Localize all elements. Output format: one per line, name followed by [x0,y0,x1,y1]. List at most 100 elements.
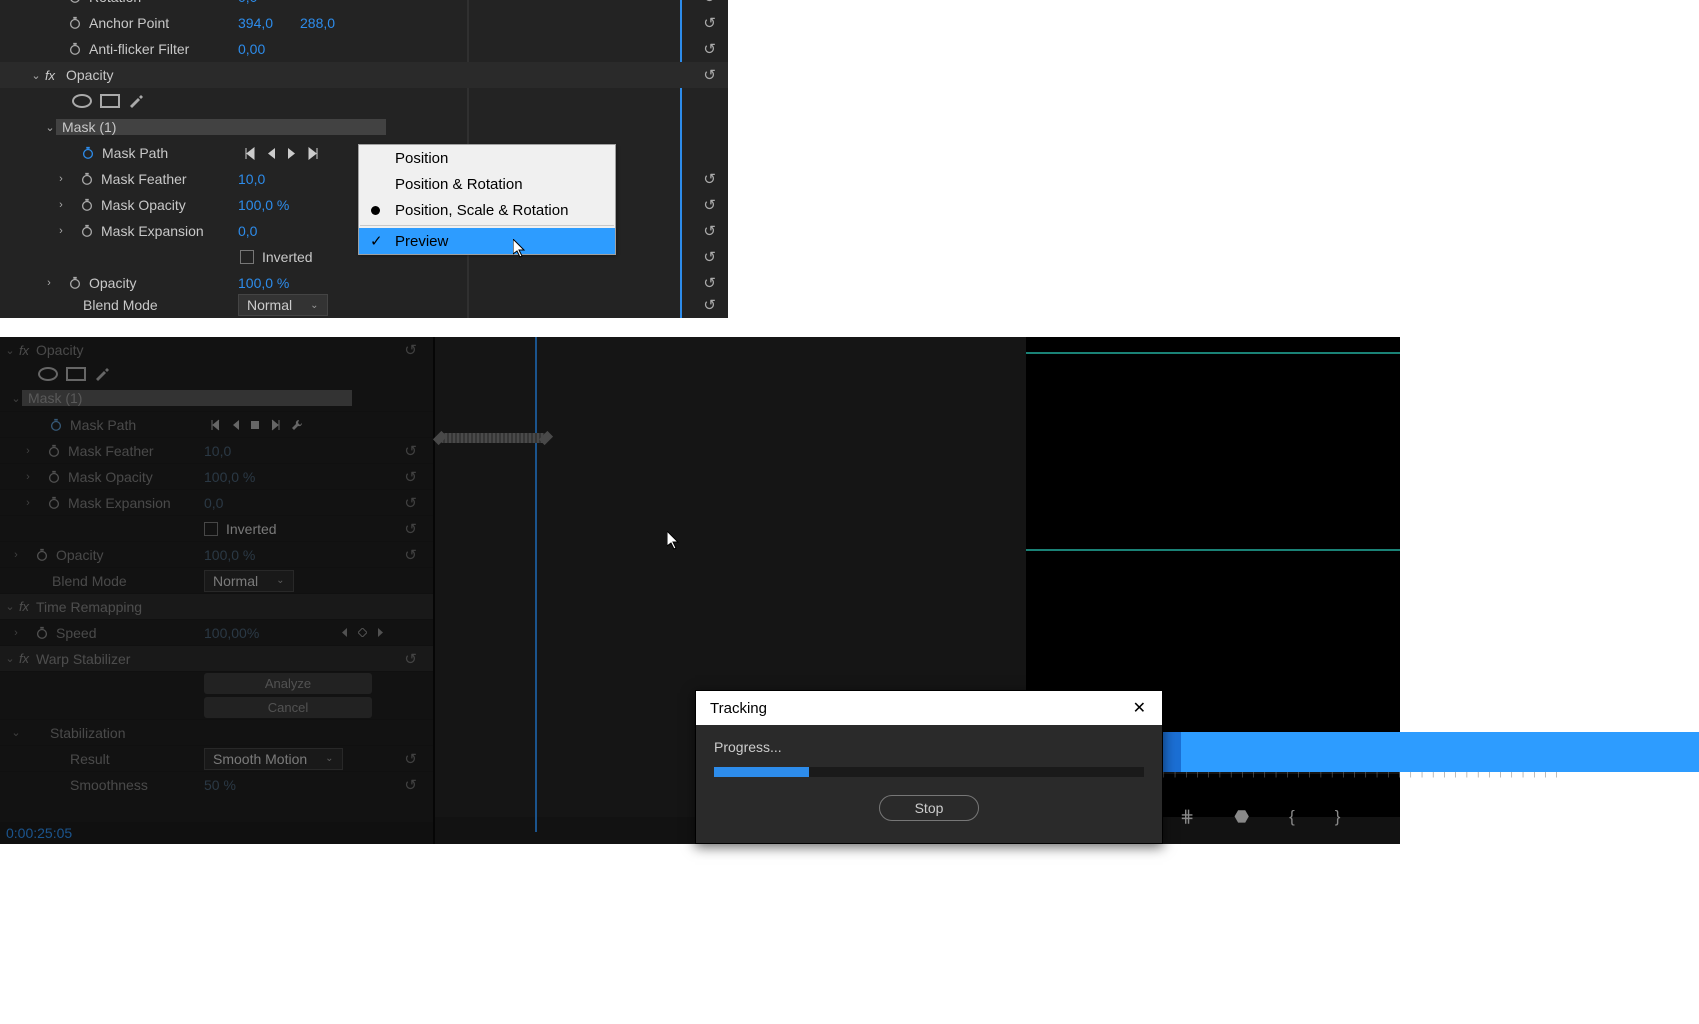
fx-icon[interactable]: fx [16,599,32,614]
ellipse-mask-button[interactable] [72,94,92,108]
inverted-checkbox[interactable] [204,522,218,536]
ellipse-mask-button[interactable] [38,367,58,381]
keyframe-span[interactable] [441,433,545,443]
stopwatch-icon[interactable] [67,41,83,57]
stopwatch-icon[interactable] [34,547,50,563]
inverted-checkbox[interactable] [240,250,254,264]
reset-icon[interactable]: ↺ [703,0,716,6]
anchor-y-value[interactable]: 288,0 [300,15,335,31]
reset-icon[interactable]: ↺ [703,170,716,188]
reset-icon[interactable]: ↺ [703,248,716,266]
timeline-clip-handle[interactable] [1163,732,1181,772]
timecode-display[interactable]: 0:00:25:05 [0,822,433,844]
reset-icon[interactable]: ↺ [703,222,716,240]
stop-icon[interactable] [250,420,260,430]
expand-chevron[interactable]: › [10,549,22,561]
mask-header[interactable]: Mask (1) [22,390,352,406]
collapse-chevron[interactable]: ⌄ [4,652,16,665]
expand-chevron[interactable]: › [22,445,34,457]
pen-mask-button[interactable] [94,365,110,384]
close-icon[interactable]: ✕ [1127,696,1152,720]
in-bracket-icon[interactable]: { [1289,807,1295,827]
reset-icon[interactable]: ↺ [404,341,417,359]
stopwatch-icon[interactable] [79,171,95,187]
reset-icon[interactable]: ↺ [703,196,716,214]
reset-icon[interactable]: ↺ [404,750,417,768]
stopwatch-icon[interactable] [67,0,83,5]
next-kf-icon[interactable] [306,147,319,160]
cancel-button[interactable]: Cancel [204,697,372,718]
rect-mask-button[interactable] [100,94,120,108]
mask-expansion-value[interactable]: 0,0 [204,495,223,511]
stopwatch-icon[interactable] [34,625,50,641]
dialog-titlebar[interactable]: Tracking ✕ [696,691,1162,725]
mask-header[interactable]: Mask (1) [56,119,386,135]
mask-opacity-value[interactable]: 100,0 % [204,469,255,485]
play-fwd-icon[interactable] [286,147,297,160]
pen-mask-button[interactable] [128,92,144,111]
reset-icon[interactable]: ↺ [404,776,417,794]
menu-item-position-scale-rotation[interactable]: Position, Scale & Rotation [359,197,615,223]
opacity-value[interactable]: 100,0 % [204,547,255,563]
prev-kf-icon[interactable] [210,419,222,431]
fx-icon[interactable]: fx [16,651,32,666]
result-select[interactable]: Smooth Motion ⌄ [204,748,343,770]
stopwatch-icon[interactable] [46,443,62,459]
timeline-clip[interactable] [1163,732,1699,772]
reset-icon[interactable]: ↺ [703,274,716,292]
play-back-icon[interactable] [231,419,241,431]
fx-icon[interactable]: fx [16,343,32,358]
opacity-value[interactable]: 100,0 % [238,275,289,291]
expand-chevron[interactable]: › [55,199,67,211]
playhead-line[interactable] [535,337,537,832]
speed-value[interactable]: 100,00% [204,625,259,641]
expand-chevron[interactable]: › [55,225,67,237]
stop-button[interactable]: Stop [879,795,979,821]
expand-chevron[interactable]: › [43,277,55,289]
reset-icon[interactable]: ↺ [404,650,417,668]
reset-icon[interactable]: ↺ [404,520,417,538]
marker-icon[interactable]: ⬣ [1234,807,1249,827]
reset-icon[interactable]: ↺ [404,468,417,486]
stopwatch-icon[interactable] [46,469,62,485]
blend-mode-select[interactable]: Normal ⌄ [204,570,294,592]
antiflicker-value[interactable]: 0,00 [238,41,265,57]
rect-mask-button[interactable] [66,367,86,381]
smoothness-value[interactable]: 50 % [204,777,236,793]
stopwatch-icon[interactable] [67,15,83,31]
menu-item-position[interactable]: Position [359,145,615,171]
stopwatch-icon-active[interactable] [48,417,64,433]
expand-chevron[interactable]: › [22,497,34,509]
menu-item-position-rotation[interactable]: Position & Rotation [359,171,615,197]
fx-icon[interactable]: fx [42,68,58,83]
menu-item-preview[interactable]: ✓Preview [359,228,615,254]
snap-icon[interactable]: ⋕ [1180,807,1194,827]
add-kf-icon[interactable] [358,628,367,637]
reset-icon[interactable]: ↺ [703,14,716,32]
prev-kf-icon[interactable] [244,147,257,160]
next-kf-icon[interactable] [376,627,385,638]
reset-icon[interactable]: ↺ [404,494,417,512]
rotation-value[interactable]: 0,0 [238,0,257,5]
collapse-chevron[interactable]: ⌄ [10,726,22,739]
mask-expansion-value[interactable]: 0,0 [238,223,257,239]
prev-kf-icon[interactable] [340,627,349,638]
stopwatch-icon[interactable] [67,275,83,291]
blend-mode-select[interactable]: Normal ⌄ [238,294,328,316]
reset-icon[interactable]: ↺ [703,40,716,58]
mask-opacity-value[interactable]: 100,0 % [238,197,289,213]
stopwatch-icon-active[interactable] [80,145,96,161]
reset-icon[interactable]: ↺ [404,546,417,564]
expand-chevron[interactable]: › [22,471,34,483]
out-bracket-icon[interactable]: } [1335,807,1341,827]
expand-chevron[interactable]: › [55,173,67,185]
expand-chevron[interactable]: › [10,627,22,639]
collapse-chevron[interactable]: ⌄ [44,121,56,134]
mask-feather-value[interactable]: 10,0 [204,443,231,459]
reset-icon[interactable]: ↺ [703,66,716,84]
collapse-chevron[interactable]: ⌄ [4,344,16,357]
wrench-icon[interactable] [290,418,304,432]
mask-feather-value[interactable]: 10,0 [238,171,265,187]
anchor-x-value[interactable]: 394,0 [238,15,273,31]
stopwatch-icon[interactable] [79,197,95,213]
